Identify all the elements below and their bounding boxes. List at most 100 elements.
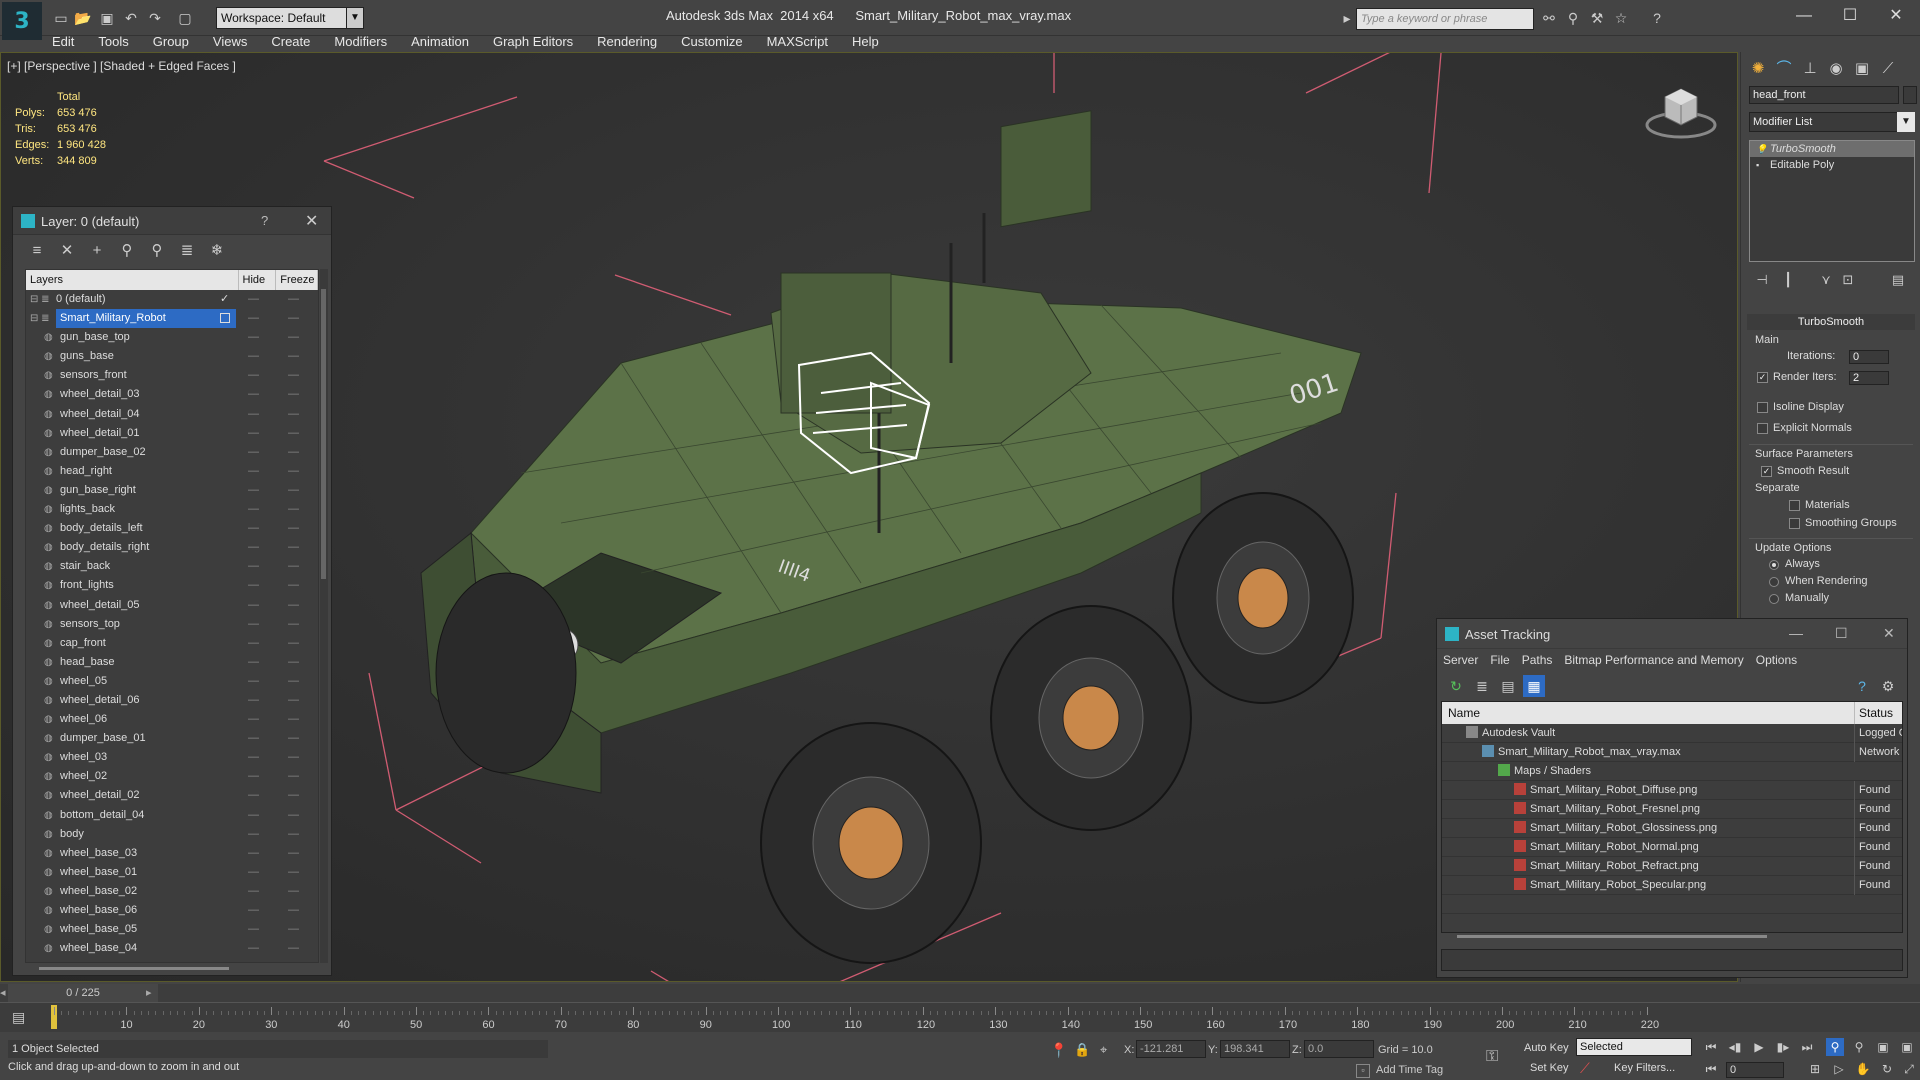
hide-toggle[interactable]: — [248, 405, 259, 424]
menu-modifiers[interactable]: Modifiers [322, 34, 399, 54]
menu-maxscript[interactable]: MAXScript [755, 34, 840, 54]
workspace-dropdown-arrow[interactable]: ▼ [346, 7, 364, 29]
minimize-button[interactable]: — [1789, 625, 1803, 641]
object-row[interactable]: ◍ wheel_base_06 — — [26, 901, 318, 920]
manually-radio[interactable] [1769, 594, 1779, 604]
object-row[interactable]: ◍ stair_back — — [26, 557, 318, 576]
undo-icon[interactable]: ↶ [122, 9, 140, 27]
object-row[interactable]: ◍ cap_front — — [26, 634, 318, 653]
hide-toggle[interactable]: — [248, 844, 259, 863]
asset-menu-bitmap-performance-and-memory[interactable]: Bitmap Performance and Memory [1564, 653, 1743, 667]
object-row[interactable]: ◍ wheel_detail_01 — — [26, 424, 318, 443]
asset-row[interactable]: Smart_Military_Robot_Glossiness.png Found [1442, 819, 1902, 838]
minimize-button[interactable]: — [1784, 4, 1824, 28]
hide-toggle[interactable]: — [248, 500, 259, 519]
name-column-header[interactable]: Name [1448, 702, 1480, 724]
absolute-mode-icon[interactable]: ⌖ [1100, 1042, 1107, 1058]
explicit-normals-checkbox[interactable] [1757, 423, 1768, 434]
hide-toggle[interactable]: — [248, 385, 259, 404]
asset-row[interactable]: Smart_Military_Robot_Normal.png Found [1442, 838, 1902, 857]
hide-toggle[interactable]: — [248, 786, 259, 805]
isoline-display-checkbox[interactable] [1757, 402, 1768, 413]
key-mode-toggle-icon[interactable]: ⏮ [1702, 1060, 1720, 1078]
object-row[interactable]: ◍ wheel_base_03 — — [26, 844, 318, 863]
freeze-all-icon[interactable]: ❄ [207, 241, 227, 261]
menu-animation[interactable]: Animation [399, 34, 481, 54]
freeze-toggle[interactable]: — [288, 767, 299, 786]
table-view-icon[interactable]: ▦ [1523, 675, 1545, 697]
layers-column-header[interactable]: Layers [26, 270, 239, 290]
hide-column-header[interactable]: Hide [239, 270, 277, 290]
hide-toggle[interactable]: — [248, 729, 259, 748]
freeze-toggle[interactable]: — [288, 347, 299, 366]
orbit-icon[interactable]: ↻ [1878, 1060, 1896, 1078]
hide-toggle[interactable]: — [248, 462, 259, 481]
object-row[interactable]: ◍ lights_back — — [26, 500, 318, 519]
freeze-column-header[interactable]: Freeze [276, 270, 318, 290]
hide-toggle[interactable]: — [248, 309, 259, 328]
hide-toggle[interactable]: — [248, 538, 259, 557]
freeze-toggle[interactable]: — [288, 863, 299, 882]
menu-help[interactable]: Help [840, 34, 891, 54]
viewcube[interactable] [1645, 81, 1717, 141]
object-row[interactable]: ◍ wheel_06 — — [26, 710, 318, 729]
render-iters-checkbox[interactable]: ✓ [1757, 372, 1768, 383]
project-folder-icon[interactable]: ▢ [176, 9, 194, 27]
hide-all-icon[interactable]: ≣ [177, 241, 197, 261]
iterations-spinner[interactable]: 0 [1849, 350, 1889, 364]
layer-dialog-titlebar[interactable]: Layer: 0 (default) ? ✕ [13, 207, 331, 235]
hide-toggle[interactable]: — [248, 557, 259, 576]
curve-editor-icon[interactable]: ▤ [12, 1009, 25, 1026]
object-row[interactable]: ◍ dumper_base_01 — — [26, 729, 318, 748]
object-row[interactable]: ◍ body — — [26, 825, 318, 844]
materials-checkbox[interactable] [1789, 500, 1800, 511]
asset-row[interactable]: Maps / Shaders [1442, 762, 1902, 781]
object-row[interactable]: ◍ wheel_detail_02 — — [26, 786, 318, 805]
hide-toggle[interactable]: — [248, 576, 259, 595]
object-row[interactable]: ◍ wheel_base_05 — — [26, 920, 318, 939]
menu-group[interactable]: Group [141, 34, 201, 54]
freeze-toggle[interactable]: — [288, 939, 299, 958]
remove-modifier-icon[interactable]: ⊡ [1839, 270, 1857, 290]
object-name-field[interactable]: head_front [1749, 86, 1899, 104]
hide-toggle[interactable]: — [248, 443, 259, 462]
set-key-icon[interactable]: ⚿ [1486, 1048, 1498, 1066]
hide-toggle[interactable]: — [248, 901, 259, 920]
object-row[interactable]: ◍ wheel_detail_05 — — [26, 596, 318, 615]
close-button[interactable]: ✕ [1883, 625, 1895, 642]
object-color-swatch[interactable] [1903, 86, 1917, 104]
layer-horizontal-scrollbar[interactable] [39, 967, 229, 970]
freeze-toggle[interactable]: — [288, 576, 299, 595]
smoothing-groups-checkbox[interactable] [1789, 518, 1800, 529]
object-row[interactable]: ◍ sensors_front — — [26, 366, 318, 385]
object-row[interactable]: ◍ gun_base_right — — [26, 481, 318, 500]
object-row[interactable]: ◍ front_lights — — [26, 576, 318, 595]
freeze-toggle[interactable]: — [288, 385, 299, 404]
freeze-toggle[interactable]: — [288, 328, 299, 347]
hide-toggle[interactable]: — [248, 882, 259, 901]
asset-path-field[interactable] [1441, 949, 1903, 971]
freeze-toggle[interactable]: — [288, 309, 299, 328]
time-tag-icon[interactable]: ▫ [1356, 1064, 1370, 1078]
create-tab-icon[interactable]: ✺ [1747, 58, 1769, 80]
z-coordinate-field[interactable]: 0.0 [1304, 1040, 1374, 1058]
freeze-toggle[interactable]: — [288, 615, 299, 634]
key-selection-dropdown[interactable]: Selected [1576, 1038, 1692, 1056]
hide-toggle[interactable]: — [248, 347, 259, 366]
hide-toggle[interactable]: — [248, 939, 259, 958]
highlight-layer-icon[interactable]: ⚲ [147, 241, 167, 261]
layer-list-scrollbar[interactable] [320, 269, 328, 963]
stack-item-turbosmooth[interactable]: 💡 TurboSmooth [1750, 141, 1914, 157]
hide-toggle[interactable]: — [248, 825, 259, 844]
help-icon[interactable]: ? [1851, 675, 1873, 697]
object-row[interactable]: ◍ wheel_detail_03 — — [26, 385, 318, 404]
modify-tab-icon[interactable]: ⌒ [1773, 58, 1795, 80]
turbosmooth-rollout-title[interactable]: TurboSmooth [1747, 314, 1915, 330]
freeze-toggle[interactable]: — [288, 596, 299, 615]
status-column-header[interactable]: Status [1854, 702, 1902, 724]
menu-create[interactable]: Create [259, 34, 322, 54]
next-frame-arrow[interactable]: ▸ [146, 986, 152, 999]
select-objects-icon[interactable]: ⚲ [117, 241, 137, 261]
pan-view-icon[interactable]: ✋ [1854, 1060, 1872, 1078]
freeze-toggle[interactable]: — [288, 710, 299, 729]
